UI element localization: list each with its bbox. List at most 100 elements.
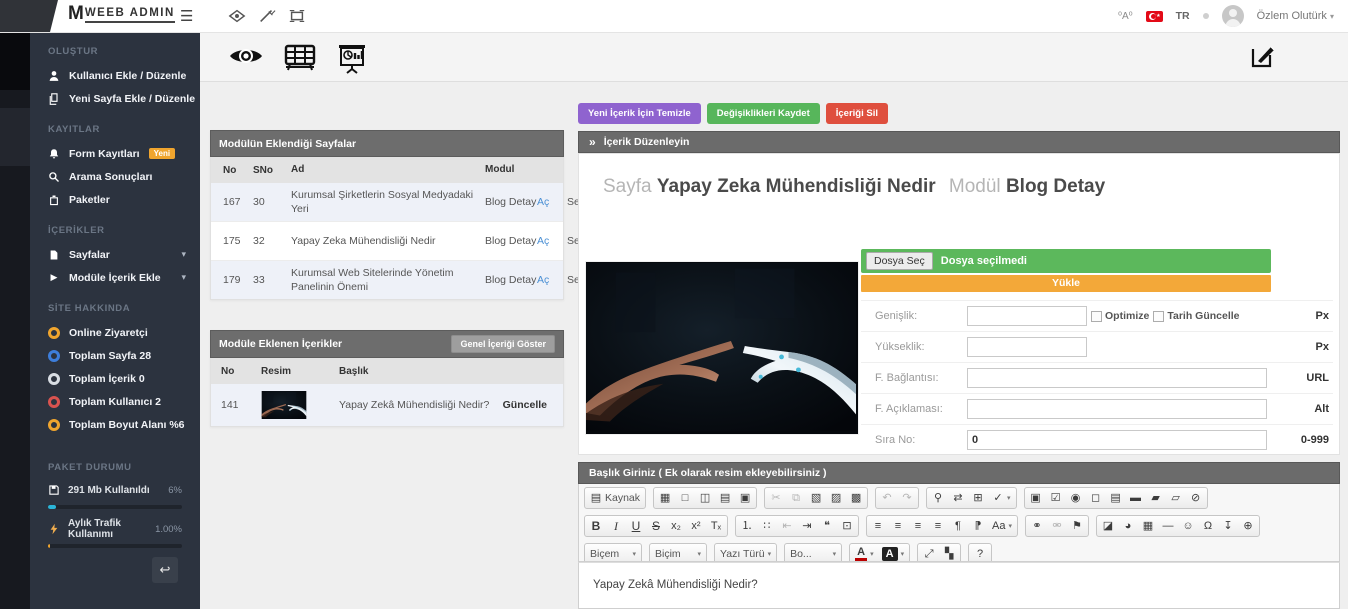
align-center-button[interactable]: ≡ [892,519,904,533]
format-select-button[interactable]: Biçim▾ [655,548,701,560]
height-input[interactable] [967,337,1087,357]
optimize-checkbox[interactable]: Optimize [1091,310,1149,322]
unlink-button[interactable]: ⚮ [1051,519,1063,533]
text-field-button[interactable]: ◻ [1090,491,1102,505]
width-input[interactable] [967,306,1087,326]
update-link[interactable]: Güncelle [503,399,563,411]
sidebar-item-module-icerik-ekle[interactable]: ▶ Modüle İçerik Ekle ▾ [30,266,200,289]
superscript-button[interactable]: x² [690,519,702,533]
language-code[interactable]: TR [1176,10,1190,22]
sidebar-item-yeni-sayfa[interactable]: Yeni Sayfa Ekle / Düzenle [30,87,200,110]
sidebar-item-sayfalar[interactable]: Sayfalar ▾ [30,243,200,266]
preview-button[interactable]: ◫ [699,491,711,505]
select-field-button[interactable]: ▬ [1130,491,1142,505]
sidebar-item-toplam-icerik[interactable]: Toplam İçerik 0 [30,367,200,390]
save-button[interactable]: ▦ [659,491,671,505]
about-button[interactable]: ? [974,547,986,561]
subscript-button[interactable]: x₂ [670,519,682,533]
photo-description-input[interactable] [967,399,1267,419]
strikethrough-button[interactable]: S [650,519,662,533]
sidebar-item-toplam-boyut[interactable]: Toplam Boyut Alanı %6 [30,413,200,436]
bold-button[interactable]: B [590,519,602,533]
clear-for-new-content-button[interactable]: Yeni İçerik İçin Temizle [578,103,701,124]
flash-button[interactable]: ◕ [1122,519,1134,533]
sidebar-item-toplam-sayfa[interactable]: Toplam Sayfa 28 [30,344,200,367]
user-menu[interactable]: Özlem Olutürk ▾ [1257,10,1334,22]
paste-text-button[interactable]: ▨ [830,491,842,505]
presentation-chart-icon[interactable] [336,43,368,75]
save-changes-button[interactable]: Değişiklikleri Kaydet [707,103,820,124]
text-color-button[interactable]: A▾ [855,547,874,561]
smiley-button[interactable]: ☺ [1182,519,1194,533]
image-button[interactable]: ◪ [1102,519,1114,533]
button-button[interactable]: ▰ [1150,491,1162,505]
open-link[interactable]: Aç [537,235,567,247]
edit-pencil-icon[interactable] [1248,42,1276,70]
outdent-button[interactable]: ⇤ [781,519,793,533]
remove-format-button[interactable]: Tₓ [710,519,722,533]
cut-button[interactable]: ✂ [770,491,782,505]
bulleted-list-button[interactable]: ∷ [761,519,773,533]
indent-button[interactable]: ⇥ [801,519,813,533]
fullscreen-icon[interactable] [288,8,306,24]
size-select-button[interactable]: Bo...▾ [790,548,836,560]
table-button[interactable]: ▦ [1142,519,1154,533]
order-number-input[interactable] [967,430,1267,450]
special-char-button[interactable]: Ω [1202,519,1214,533]
delete-content-button[interactable]: İçeriği Sil [826,103,888,124]
open-link[interactable]: Aç [537,196,567,208]
sidebar-item-arama-sonuclari[interactable]: Arama Sonuçları [30,165,200,188]
horizontal-rule-button[interactable]: ― [1162,519,1174,533]
styles-select-button[interactable]: Biçem▾ [590,548,636,560]
blockquote-button[interactable]: ❝ [821,519,833,533]
table-board-icon[interactable] [282,43,318,73]
sidebar-item-form-kayitlari[interactable]: Form Kayıtları Yeni [30,142,200,165]
iframe-button[interactable]: ⊕ [1242,519,1254,533]
show-blocks-button[interactable]: ▚ [943,547,955,561]
app-logo[interactable]: M WEEB ADMIN [68,5,175,23]
upload-button[interactable]: Yükle [861,275,1271,292]
language-button[interactable]: Aa▾ [992,519,1012,533]
replace-button[interactable]: ⇄ [952,491,964,505]
textarea-button[interactable]: ▤ [1110,491,1122,505]
maximize-button[interactable]: ⤢ [923,547,935,561]
page-break-button[interactable]: ↧ [1222,519,1234,533]
align-justify-button[interactable]: ≡ [932,519,944,533]
date-update-checkbox[interactable]: Tarih Güncelle [1153,310,1239,322]
source-button[interactable]: ▤Kaynak [590,491,640,505]
paste-word-button[interactable]: ▩ [850,491,862,505]
bg-color-button[interactable]: A▾ [882,547,905,561]
underline-button[interactable]: U [630,519,642,533]
photo-link-input[interactable] [967,368,1267,388]
spell-check-button[interactable]: ✓▾ [992,491,1011,505]
avatar[interactable] [1222,5,1244,27]
image-button-button[interactable]: ▱ [1170,491,1182,505]
numbered-list-button[interactable]: ⒈ [741,519,753,533]
div-container-button[interactable]: ⊡ [841,519,853,533]
sidebar-item-kullanici-ekle[interactable]: Kullanıcı Ekle / Düzenle [30,64,200,87]
choose-file-button[interactable]: Dosya Seç [866,252,933,270]
redo-button[interactable]: ↷ [901,491,913,505]
paste-button[interactable]: ▧ [810,491,822,505]
checkbox-button[interactable]: ☑ [1050,491,1062,505]
preview-eye-icon[interactable] [228,43,264,69]
magic-wand-icon[interactable] [258,8,276,24]
show-general-content-button[interactable]: Genel İçeriği Göster [451,335,555,353]
templates-button[interactable]: ▣ [739,491,751,505]
select-all-button[interactable]: ⊞ [972,491,984,505]
open-link[interactable]: Aç [537,274,567,286]
undo-button[interactable]: ↶ [881,491,893,505]
rich-text-editor-content[interactable]: Yapay Zekâ Mühendisliği Nedir? [578,562,1340,609]
sidebar-item-paketler[interactable]: Paketler [30,188,200,211]
print-button[interactable]: ▤ [719,491,731,505]
bidi-ltr-button[interactable]: ¶ [952,519,964,533]
sidebar-item-online-ziyaretci[interactable]: Online Ziyaretçi [30,321,200,344]
anchor-button[interactable]: ⚑ [1071,519,1083,533]
form-button[interactable]: ▣ [1030,491,1042,505]
bidi-rtl-button[interactable]: ⁋ [972,519,984,533]
align-right-button[interactable]: ≡ [912,519,924,533]
copy-button[interactable]: ⧉ [790,491,802,505]
new-page-button[interactable]: □ [679,491,691,505]
hamburger-menu-icon[interactable]: ☰ [180,7,193,25]
sidebar-collapse-button[interactable]: ↩ [152,557,178,583]
